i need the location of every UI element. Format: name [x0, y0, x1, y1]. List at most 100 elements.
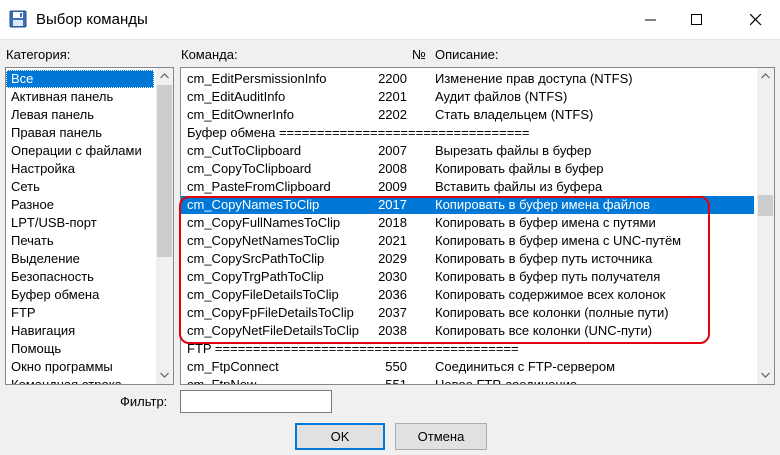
- command-description: Копировать в буфер имена с UNC-путём: [435, 233, 682, 248]
- ok-button[interactable]: OK: [295, 423, 385, 450]
- command-name: cm_EditOwnerInfo: [187, 107, 294, 122]
- chevron-down-icon: [761, 372, 770, 378]
- command-number: 2017: [378, 197, 407, 212]
- window-title: Выбор команды: [36, 11, 148, 28]
- command-row[interactable]: cm_CutToClipboard 2007 Вырезать файлы в …: [181, 142, 754, 160]
- command-description: Копировать все колонки (UNC-пути): [435, 323, 653, 338]
- command-name: cm_CopyFullNamesToClip: [187, 215, 341, 230]
- command-row[interactable]: cm_CopyNetFileDetailsToClip 2038 Копиров…: [181, 322, 754, 340]
- command-number: 2201: [378, 89, 407, 104]
- group-separator: FTP ====================================…: [187, 341, 519, 356]
- command-list[interactable]: cm_EditPersmissionInfo 2200 Изменение пр…: [180, 67, 775, 385]
- minimize-icon: [645, 19, 656, 21]
- command-column-label: Команда:: [181, 47, 238, 62]
- command-name: cm_CopyNamesToClip: [187, 197, 320, 212]
- command-description: Аудит файлов (NTFS): [435, 89, 568, 104]
- scroll-thumb[interactable]: [157, 85, 172, 257]
- command-name: cm_CopyFileDetailsToClip: [187, 287, 339, 302]
- category-label: Категория:: [6, 47, 71, 62]
- command-row[interactable]: cm_EditAuditInfo 2201 Аудит файлов (NTFS…: [181, 88, 754, 106]
- chevron-up-icon: [160, 73, 169, 79]
- group-separator: Буфер обмена ===========================…: [187, 125, 530, 140]
- command-name: cm_CopyFpFileDetailsToClip: [187, 305, 354, 320]
- category-item[interactable]: Навигация: [6, 322, 154, 340]
- command-name: cm_FtpConnect: [187, 359, 279, 374]
- scroll-thumb[interactable]: [758, 195, 773, 216]
- command-row[interactable]: cm_CopyFileDetailsToClip 2036 Копировать…: [181, 286, 754, 304]
- category-item[interactable]: Помощь: [6, 340, 154, 358]
- category-item[interactable]: Операции с файлами: [6, 142, 154, 160]
- category-item[interactable]: Буфер обмена: [6, 286, 154, 304]
- scroll-down-button[interactable]: [757, 367, 774, 384]
- category-scrollbar[interactable]: [156, 68, 173, 384]
- filter-input[interactable]: [180, 390, 332, 413]
- maximize-icon: [691, 14, 702, 25]
- command-number: 2009: [378, 179, 407, 194]
- command-description: Копировать в буфер путь получателя: [435, 269, 661, 284]
- command-row[interactable]: cm_CopyFullNamesToClip 2018 Копировать в…: [181, 214, 754, 232]
- command-number: 2202: [378, 107, 407, 122]
- category-item[interactable]: Печать: [6, 232, 154, 250]
- command-row[interactable]: cm_FtpNew 551 Новое FTP-соединение: [181, 376, 754, 385]
- chevron-down-icon: [160, 372, 169, 378]
- category-item[interactable]: LPT/USB-порт: [6, 214, 154, 232]
- command-number: 2030: [378, 269, 407, 284]
- category-item[interactable]: Командная строка: [6, 376, 154, 384]
- category-item[interactable]: Окно программы: [6, 358, 154, 376]
- command-description: Копировать в буфер путь источника: [435, 251, 653, 266]
- command-name: cm_EditAuditInfo: [187, 89, 286, 104]
- command-row[interactable]: cm_PasteFromClipboard 2009 Вставить файл…: [181, 178, 754, 196]
- command-description: Копировать содержимое всех колонок: [435, 287, 666, 302]
- command-row[interactable]: cm_CopyNetNamesToClip 2021 Копировать в …: [181, 232, 754, 250]
- command-number: 2200: [378, 71, 407, 86]
- command-name: cm_CopyNetFileDetailsToClip: [187, 323, 359, 338]
- cancel-button[interactable]: Отмена: [395, 423, 487, 450]
- category-item[interactable]: Настройка: [6, 160, 154, 178]
- category-item-all[interactable]: Все: [6, 70, 154, 88]
- close-button[interactable]: [733, 0, 779, 40]
- command-description: Стать владельцем (NTFS): [435, 107, 594, 122]
- category-item[interactable]: Разное: [6, 196, 154, 214]
- category-item[interactable]: Сеть: [6, 178, 154, 196]
- minimize-button[interactable]: [628, 0, 674, 40]
- scroll-up-button[interactable]: [757, 68, 774, 85]
- command-name: cm_CopyNetNamesToClip: [187, 233, 340, 248]
- category-item[interactable]: Активная панель: [6, 88, 154, 106]
- command-row[interactable]: cm_CopySrcPathToClip 2029 Копировать в б…: [181, 250, 754, 268]
- command-description: Соединиться с FTP-сервером: [435, 359, 616, 374]
- group-separator-row[interactable]: Буфер обмена ===========================…: [181, 124, 754, 142]
- command-number: 2037: [378, 305, 407, 320]
- category-item[interactable]: Выделение: [6, 250, 154, 268]
- command-name: cm_CutToClipboard: [187, 143, 302, 158]
- scroll-up-button[interactable]: [156, 68, 173, 85]
- command-number: 2018: [378, 215, 407, 230]
- filter-label: Фильтр:: [120, 394, 168, 409]
- command-name: cm_FtpNew: [187, 377, 257, 385]
- command-row[interactable]: cm_EditOwnerInfo 2202 Стать владельцем (…: [181, 106, 754, 124]
- category-item[interactable]: Безопасность: [6, 268, 154, 286]
- command-row[interactable]: cm_EditPersmissionInfo 2200 Изменение пр…: [181, 70, 754, 88]
- command-number: 2038: [378, 323, 407, 338]
- command-number: 2021: [378, 233, 407, 248]
- command-number: 2008: [378, 161, 407, 176]
- command-number: 2007: [378, 143, 407, 158]
- category-list[interactable]: Все Активная панель Левая панель Правая …: [5, 67, 174, 385]
- category-item[interactable]: Левая панель: [6, 106, 154, 124]
- command-row[interactable]: cm_CopyToClipboard 2008 Копировать файлы…: [181, 160, 754, 178]
- command-description: Новое FTP-соединение: [435, 377, 578, 385]
- command-row-selected[interactable]: cm_CopyNamesToClip 2017 Копировать в буф…: [181, 196, 754, 214]
- maximize-button[interactable]: [674, 0, 720, 40]
- category-item[interactable]: Правая панель: [6, 124, 154, 142]
- command-scrollbar[interactable]: [757, 68, 774, 384]
- category-item[interactable]: FTP: [6, 304, 154, 322]
- scroll-down-button[interactable]: [156, 367, 173, 384]
- command-row[interactable]: cm_FtpConnect 550 Соединиться с FTP-серв…: [181, 358, 754, 376]
- command-number: 551: [385, 377, 407, 385]
- command-row[interactable]: cm_CopyFpFileDetailsToClip 2037 Копирова…: [181, 304, 754, 322]
- command-row[interactable]: cm_CopyTrgPathToClip 2030 Копировать в б…: [181, 268, 754, 286]
- number-column-label: №: [412, 47, 426, 62]
- command-description: Копировать файлы в буфер: [435, 161, 604, 176]
- command-name: cm_PasteFromClipboard: [187, 179, 331, 194]
- group-separator-row[interactable]: FTP ====================================…: [181, 340, 754, 358]
- command-name: cm_CopyToClipboard: [187, 161, 312, 176]
